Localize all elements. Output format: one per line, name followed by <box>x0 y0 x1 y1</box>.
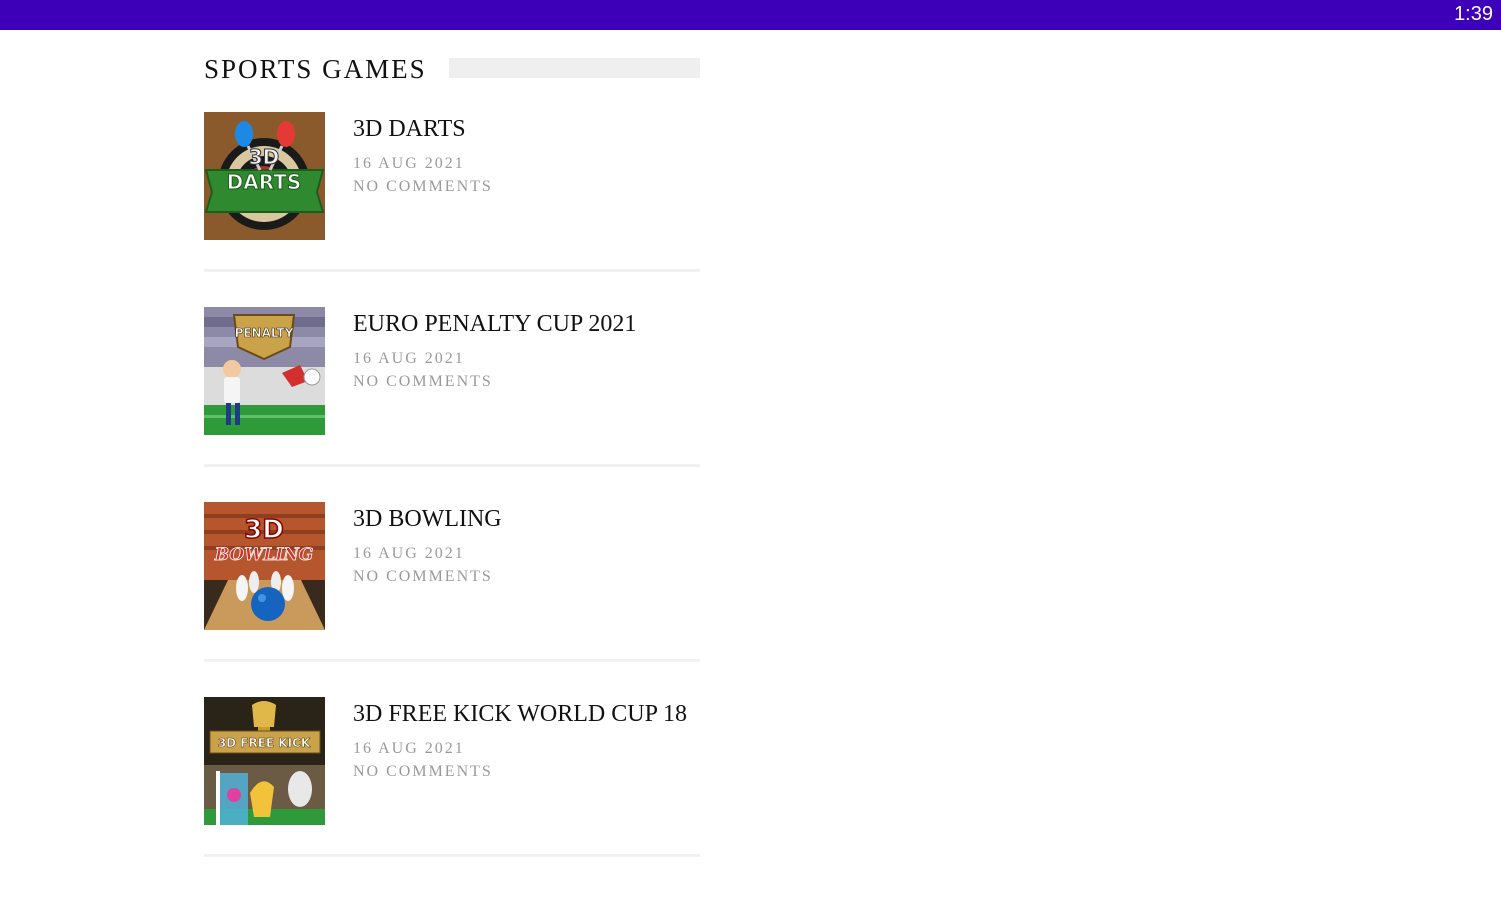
post-list: 3D DARTS 3D DARTS 16 AUG 2021 NO COMMENT… <box>204 112 700 892</box>
post-comments-link[interactable]: NO COMMENTS <box>353 568 493 586</box>
post-comments-link[interactable]: NO COMMENTS <box>353 373 493 391</box>
list-item: 3D DARTS 3D DARTS 16 AUG 2021 NO COMMENT… <box>204 112 700 307</box>
divider <box>204 464 700 467</box>
list-item: PENALTY EURO PENALTY CUP 2021 16 AUG 202… <box>204 307 700 502</box>
list-item: 3D BOWLING 3D BOWLING 16 AUG 2021 NO COM… <box>204 502 700 697</box>
widget-title: SPORTS GAMES <box>204 54 427 84</box>
darts-thumbnail[interactable]: 3D DARTS <box>204 112 325 240</box>
thumb-text: BOWLING <box>214 545 314 565</box>
free-kick-thumbnail[interactable]: 3D FREE KICK <box>204 697 325 825</box>
list-item: 3D FREE KICK 3D FREE KICK WORLD CUP 18 1… <box>204 697 700 892</box>
post-date: 16 AUG 2021 <box>353 350 465 367</box>
post-date: 16 AUG 2021 <box>353 740 465 757</box>
penalty-thumbnail[interactable]: PENALTY <box>204 307 325 435</box>
thumb-text: PENALTY <box>235 326 294 340</box>
free-kick-game-thumbnail-icon: 3D FREE KICK <box>204 697 325 825</box>
divider <box>204 659 700 662</box>
thumb-text: 3D FREE KICK <box>218 736 311 750</box>
widget-header: SPORTS GAMES <box>204 52 700 90</box>
post-title[interactable]: 3D FREE KICK WORLD CUP 18 <box>353 701 687 728</box>
post-comments-link[interactable]: NO COMMENTS <box>353 763 493 781</box>
divider <box>204 269 700 272</box>
bowling-game-thumbnail-icon: 3D BOWLING <box>204 502 325 630</box>
widget-title-bar <box>449 58 700 78</box>
divider <box>204 854 700 857</box>
thumb-text: 3D <box>249 145 280 169</box>
post-title[interactable]: 3D BOWLING <box>353 506 502 533</box>
penalty-game-thumbnail-icon: PENALTY <box>204 307 325 435</box>
post-title[interactable]: EURO PENALTY CUP 2021 <box>353 311 636 338</box>
sports-games-widget: SPORTS GAMES 3D DARTS 3D DARTS 16 AUG 20… <box>204 52 700 857</box>
status-bar: 1:39 <box>0 0 1501 30</box>
post-title[interactable]: 3D DARTS <box>353 116 466 143</box>
post-date: 16 AUG 2021 <box>353 545 465 562</box>
post-date: 16 AUG 2021 <box>353 155 465 172</box>
status-time: 1:39 <box>1454 3 1493 25</box>
thumb-text: 3D <box>244 515 284 545</box>
darts-game-thumbnail-icon: 3D DARTS <box>204 112 325 240</box>
post-comments-link[interactable]: NO COMMENTS <box>353 178 493 196</box>
bowling-thumbnail[interactable]: 3D BOWLING <box>204 502 325 630</box>
thumb-text: DARTS <box>227 170 302 194</box>
